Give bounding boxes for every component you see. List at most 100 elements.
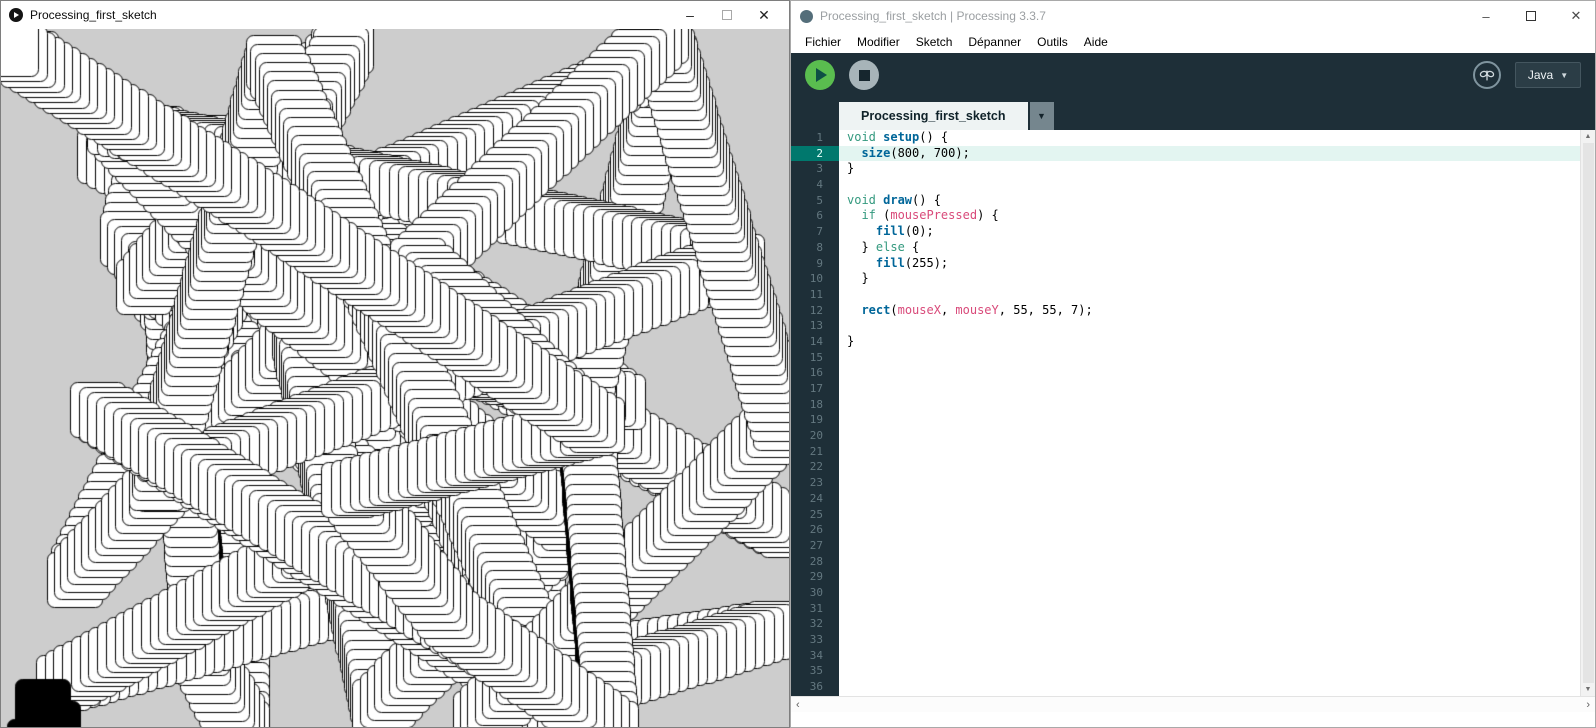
- sketch-titlebar: Processing_first_sketch – ✕: [1, 1, 789, 29]
- run-button[interactable]: [805, 60, 835, 90]
- line-number: 1: [816, 131, 823, 144]
- line-number: 33: [809, 633, 823, 646]
- sketch-window-title: Processing_first_sketch: [30, 8, 157, 22]
- tab-menu-button[interactable]: ▼: [1029, 102, 1054, 130]
- code-line: }: [847, 161, 855, 176]
- ide-close-button[interactable]: ✕: [1557, 1, 1595, 31]
- line-number: 26: [809, 523, 823, 537]
- menu-item-sketch[interactable]: Sketch: [908, 33, 961, 51]
- line-number: 5: [816, 193, 823, 207]
- line-number: 15: [809, 350, 823, 364]
- code-line: }: [847, 333, 855, 348]
- debug-butterfly-icon: [1479, 70, 1495, 80]
- code-line: } else {: [847, 239, 920, 254]
- sketch-minimize-button[interactable]: –: [675, 7, 705, 23]
- code-line: }: [847, 271, 869, 286]
- sketch-maximize-button[interactable]: [712, 7, 742, 23]
- vertical-scrollbar[interactable]: ▲ ▼: [1580, 130, 1595, 696]
- menu-item-modifier[interactable]: Modifier: [849, 33, 908, 51]
- line-number: 22: [809, 460, 823, 474]
- ide-window: Processing_first_sketch | Processing 3.3…: [790, 0, 1596, 728]
- scroll-down-icon[interactable]: ▼: [1585, 686, 1592, 693]
- line-number: 32: [809, 617, 823, 631]
- code-line: fill(255);: [875, 255, 949, 270]
- mode-label: Java: [1527, 68, 1554, 82]
- line-number: 2: [791, 145, 839, 162]
- ide-maximize-button[interactable]: [1512, 1, 1550, 31]
- ide-minimize-button[interactable]: –: [1467, 1, 1505, 31]
- line-number: 35: [809, 664, 823, 678]
- code-line: size(800, 700);: [839, 145, 1580, 162]
- stop-icon: [858, 69, 870, 81]
- scroll-left-icon[interactable]: ‹: [796, 699, 800, 711]
- line-number: 34: [809, 648, 823, 662]
- chevron-down-icon: ▼: [1560, 70, 1569, 80]
- line-number: 27: [809, 538, 823, 552]
- sketch-close-button[interactable]: ✕: [749, 7, 779, 24]
- ide-window-title: Processing_first_sketch | Processing 3.3…: [820, 9, 1046, 23]
- line-number: 18: [809, 397, 823, 411]
- ide-bottom-filler: [791, 712, 1595, 727]
- vertical-scroll-thumb[interactable]: [1582, 143, 1594, 683]
- tab-processing-first-sketch[interactable]: Processing_first_sketch: [839, 102, 1028, 130]
- menu-item-outils[interactable]: Outils: [1029, 33, 1076, 51]
- line-number-gutter: 1 2 3 4 5 6 7 8 9 10 11 12 13 14 15 16 17 18 19 20 21 22 23 24 2…: [791, 130, 839, 696]
- menubar: Fichier Modifier Sketch Dépanner Outils Aide: [791, 31, 1595, 53]
- stop-button[interactable]: [849, 60, 879, 90]
- line-number: 30: [809, 585, 823, 599]
- line-number: 16: [809, 366, 823, 380]
- line-number: 29: [809, 570, 823, 584]
- line-number: 23: [809, 476, 823, 490]
- sketch-canvas[interactable]: [1, 29, 789, 727]
- code-area[interactable]: void setup() { size(800, 700);} void draw…: [839, 130, 1580, 696]
- menu-item-aide[interactable]: Aide: [1076, 33, 1116, 51]
- line-number: 36: [809, 680, 823, 694]
- line-number: 12: [809, 303, 823, 317]
- line-number: 21: [809, 444, 823, 458]
- menu-item-depanner[interactable]: Dépanner: [960, 33, 1029, 51]
- tabbar: Processing_first_sketch ▼: [791, 97, 1595, 130]
- line-number: 6: [816, 209, 823, 223]
- code-line: void setup() {: [847, 130, 949, 144]
- scroll-up-icon[interactable]: ▲: [1585, 133, 1592, 140]
- code-line: rect(mouseX, mouseY, 55, 55, 7);: [861, 302, 1093, 317]
- line-number: 9: [816, 256, 823, 270]
- line-number: 11: [809, 287, 823, 301]
- line-number: 19: [809, 413, 823, 427]
- line-number: 10: [809, 272, 823, 286]
- play-icon: [816, 68, 827, 82]
- line-number: 3: [816, 162, 823, 176]
- processing-app-icon: [800, 9, 813, 23]
- horizontal-scrollbar[interactable]: ‹ ›: [791, 696, 1595, 712]
- sketch-app-icon: [9, 8, 23, 22]
- code-line: if (mousePressed) {: [861, 208, 999, 223]
- sketch-window: Processing_first_sketch – ✕: [0, 0, 790, 728]
- code-editor: 1 2 3 4 5 6 7 8 9 10 11 12 13 14 15 16 17 18 19 20 21 22 23 24 2…: [791, 130, 1595, 696]
- code-line: void draw() {: [847, 192, 941, 207]
- menu-item-fichier[interactable]: Fichier: [797, 33, 849, 51]
- debug-button[interactable]: [1473, 61, 1501, 89]
- mode-selector-java[interactable]: Java ▼: [1515, 62, 1581, 88]
- scroll-right-icon[interactable]: ›: [1586, 699, 1590, 711]
- line-number: 31: [809, 601, 823, 615]
